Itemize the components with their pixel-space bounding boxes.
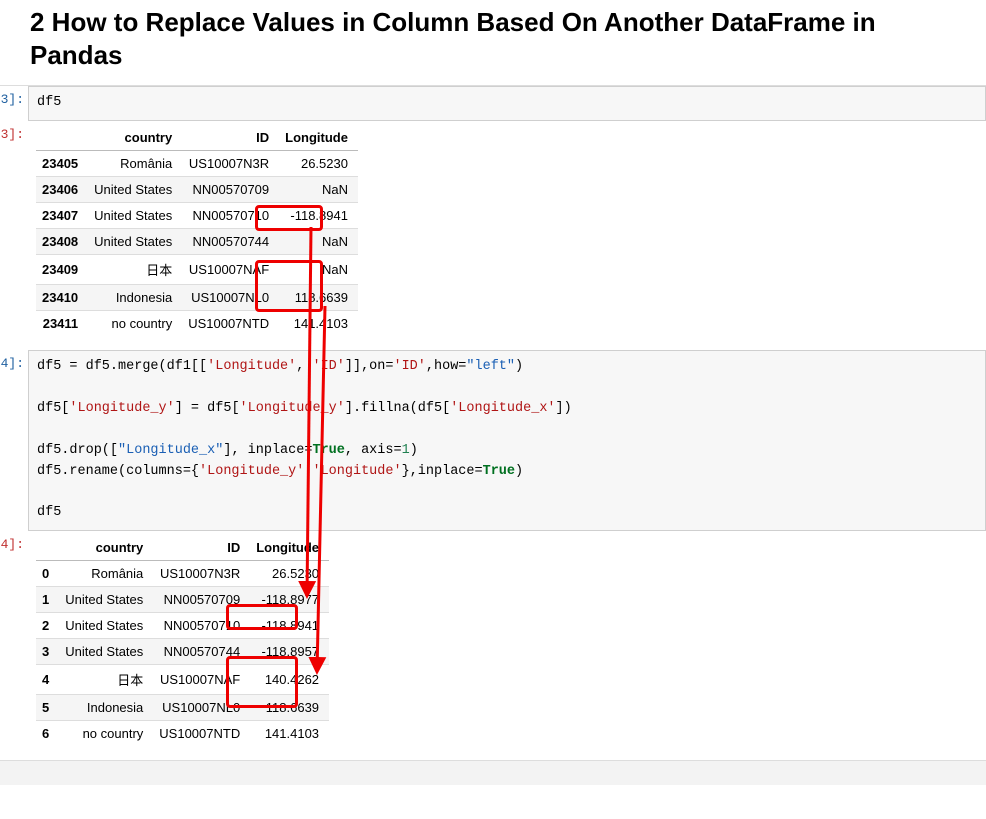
section-heading: 2 How to Replace Values in Column Based … [30,6,950,71]
cell: NaN [279,254,358,284]
cell: US10007NAF [153,665,250,695]
cell: US10007N3R [153,561,250,587]
cell: 140.4262 [250,665,329,695]
cell: -118.8957 [250,639,329,665]
row-index: 3 [36,639,59,665]
row-index: 23407 [36,202,88,228]
cell: NN00570709 [182,176,279,202]
table-row: 5IndonesiaUS10007NL0118.6639 [36,695,329,721]
table-row: 23405RomâniaUS10007N3R26.5230 [36,150,358,176]
cell: US10007NL0 [153,695,250,721]
row-index: 23411 [36,310,88,336]
table-row: 23406United StatesNN00570709NaN [36,176,358,202]
table-row: 23408United StatesNN00570744NaN [36,228,358,254]
input-cell-1: 3]: df5 [0,86,986,121]
cell: no country [88,310,182,336]
cell: România [88,150,182,176]
table-row: 6no countryUS10007NTD141.4103 [36,721,329,747]
cell: United States [88,176,182,202]
cell: 日本 [88,254,182,284]
column-header: Longitude [250,535,329,561]
cell: US10007NAF [182,254,279,284]
column-header: Longitude [279,125,358,151]
cell: US10007NL0 [182,284,279,310]
row-index: 23406 [36,176,88,202]
cell: NN00570744 [182,228,279,254]
row-index: 0 [36,561,59,587]
output-cell-2: 4]: countryIDLongitude 0RomâniaUS10007N3… [0,531,986,760]
cell: United States [88,228,182,254]
cell: 118.6639 [279,284,358,310]
cell: -118.8941 [279,202,358,228]
column-header: ID [182,125,279,151]
column-header: ID [153,535,250,561]
code-input-1[interactable]: df5 [28,86,986,121]
cell: United States [88,202,182,228]
row-index: 23408 [36,228,88,254]
cell: 118.6639 [250,695,329,721]
column-header: country [59,535,153,561]
row-index: 23409 [36,254,88,284]
row-index: 6 [36,721,59,747]
row-index: 2 [36,613,59,639]
row-index: 5 [36,695,59,721]
prompt-out-1: 3]: [0,121,28,142]
cell: NN00570710 [182,202,279,228]
cell: România [59,561,153,587]
cell: United States [59,613,153,639]
table-row: 3United StatesNN00570744-118.8957 [36,639,329,665]
cell: United States [59,639,153,665]
cell: Indonesia [59,695,153,721]
cell: 日本 [59,665,153,695]
table-row: 2United StatesNN00570710-118.8941 [36,613,329,639]
cell: -118.8977 [250,587,329,613]
cell: NN00570709 [153,587,250,613]
output-cell-1: 3]: countryIDLongitude 23405RomâniaUS100… [0,121,986,350]
row-index: 4 [36,665,59,695]
cell: 141.4103 [250,721,329,747]
row-index: 23405 [36,150,88,176]
prompt-in-2: 4]: [0,350,28,371]
table-row: 4日本US10007NAF140.4262 [36,665,329,695]
table-row: 23411no countryUS10007NTD141.4103 [36,310,358,336]
cell: NN00570710 [153,613,250,639]
column-header: country [88,125,182,151]
row-index: 23410 [36,284,88,310]
cell: NaN [279,176,358,202]
cell: no country [59,721,153,747]
row-index: 1 [36,587,59,613]
dataframe-table-1: countryIDLongitude 23405RomâniaUS10007N3… [36,125,358,336]
table-row: 23410IndonesiaUS10007NL0118.6639 [36,284,358,310]
table-row: 23409日本US10007NAFNaN [36,254,358,284]
prompt-out-2: 4]: [0,531,28,552]
cell: NaN [279,228,358,254]
dataframe-table-2: countryIDLongitude 0RomâniaUS10007N3R26.… [36,535,329,746]
cell: US10007NTD [153,721,250,747]
table-row: 1United StatesNN00570709-118.8977 [36,587,329,613]
cell: 26.5230 [250,561,329,587]
input-cell-2: 4]: df5 = df5.merge(df1[['Longitude', 'I… [0,350,986,531]
cell: US10007N3R [182,150,279,176]
cell: United States [59,587,153,613]
code-input-2[interactable]: df5 = df5.merge(df1[['Longitude', 'ID']]… [28,350,986,531]
cell: NN00570744 [153,639,250,665]
cell: -118.8941 [250,613,329,639]
table-row: 0RomâniaUS10007N3R26.5230 [36,561,329,587]
cell: 141.4103 [279,310,358,336]
cell: Indonesia [88,284,182,310]
cell: 26.5230 [279,150,358,176]
footer-strip [0,761,986,785]
cell: US10007NTD [182,310,279,336]
table-row: 23407United StatesNN00570710-118.8941 [36,202,358,228]
prompt-in-1: 3]: [0,86,28,107]
